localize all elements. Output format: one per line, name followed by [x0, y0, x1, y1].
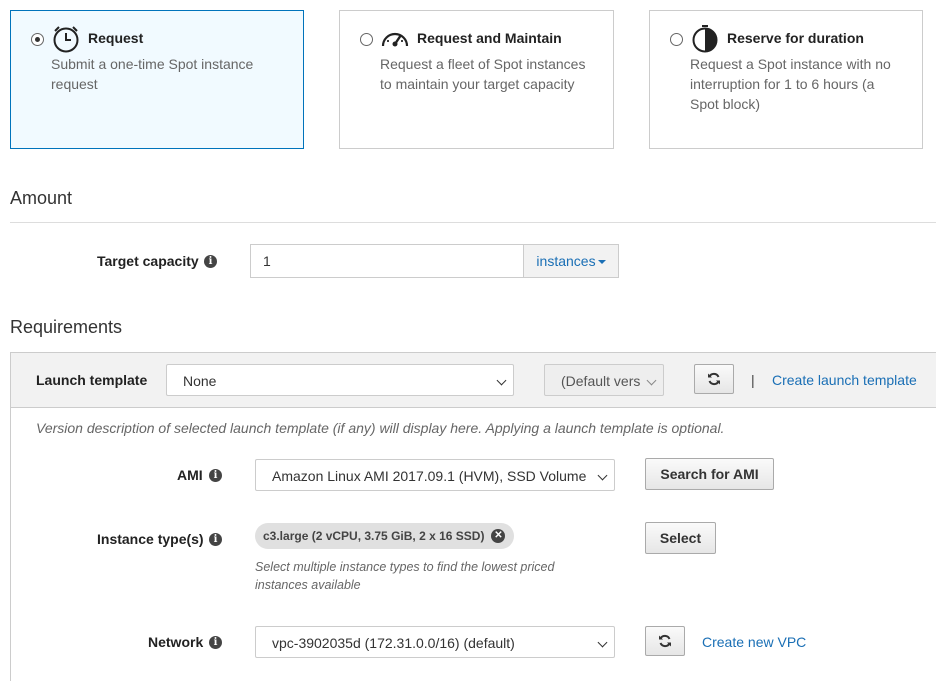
target-capacity-label: Target capacity — [97, 253, 199, 269]
capacity-unit-dropdown[interactable]: instances — [523, 244, 619, 278]
instance-type-chip: c3.large (2 vCPU, 3.75 GiB, 2 x 16 SSD) … — [255, 523, 515, 549]
network-select[interactable]: vpc-3902035d (172.31.0.0/16) (default) — [255, 626, 615, 658]
create-new-vpc-link[interactable]: Create new VPC — [702, 634, 806, 650]
gauge-icon — [381, 32, 409, 47]
search-for-ami-button[interactable]: Search for AMI — [645, 458, 774, 490]
create-launch-template-link[interactable]: Create launch template — [772, 372, 917, 388]
chevron-down-icon — [646, 375, 657, 386]
timer-icon — [692, 25, 718, 53]
request-title: Request — [88, 30, 144, 46]
maintain-radio[interactable] — [360, 33, 373, 46]
separator: | — [751, 372, 755, 388]
ami-select[interactable]: Amazon Linux AMI 2017.09.1 (HVM), SSD Vo… — [255, 459, 615, 491]
instance-types-label: Instance type(s) — [97, 531, 204, 547]
refresh-icon — [708, 372, 720, 386]
target-capacity-info-icon[interactable]: i — [204, 255, 217, 268]
chevron-down-icon — [597, 260, 606, 265]
chevron-down-icon — [597, 470, 608, 481]
ami-label: AMI — [177, 467, 203, 483]
target-capacity-input[interactable]: 1 — [250, 244, 524, 278]
refresh-network-button[interactable] — [645, 626, 685, 656]
maintain-description: Request a fleet of Spot instances to mai… — [380, 56, 586, 92]
version-description-note: Version description of selected launch t… — [36, 420, 725, 436]
launch-template-select[interactable]: None — [166, 364, 514, 396]
instance-types-info-icon[interactable]: i — [209, 533, 222, 546]
request-type-card-request[interactable]: Request Submit a one-time Spot instance … — [10, 10, 304, 149]
reserve-title: Reserve for duration — [727, 30, 864, 46]
refresh-icon — [659, 634, 671, 648]
request-type-card-maintain[interactable]: Request and Maintain Request a fleet of … — [339, 10, 614, 149]
select-instance-types-button[interactable]: Select — [645, 522, 716, 554]
chevron-down-icon — [496, 375, 507, 386]
request-type-card-reserve[interactable]: Reserve for duration Request a Spot inst… — [649, 10, 923, 149]
reserve-radio[interactable] — [670, 33, 683, 46]
request-description: Submit a one-time Spot instance request — [51, 56, 254, 92]
maintain-title: Request and Maintain — [417, 30, 562, 46]
clock-icon — [53, 26, 79, 53]
reserve-description: Request a Spot instance with no interrup… — [690, 56, 891, 112]
amount-heading: Amount — [10, 188, 73, 208]
chevron-down-icon — [597, 637, 608, 648]
network-label: Network — [148, 634, 204, 650]
instance-types-note: Select multiple instance types to find t… — [255, 560, 555, 592]
network-info-icon[interactable]: i — [209, 636, 222, 649]
requirements-heading: Requirements — [10, 317, 123, 337]
refresh-templates-button[interactable] — [694, 364, 734, 394]
remove-chip-icon[interactable]: ✕ — [491, 529, 506, 543]
ami-info-icon[interactable]: i — [209, 469, 222, 482]
amount-divider — [10, 222, 936, 223]
request-radio[interactable] — [31, 33, 44, 46]
launch-template-label: Launch template — [36, 372, 148, 388]
template-version-select: (Default vers — [544, 364, 664, 396]
